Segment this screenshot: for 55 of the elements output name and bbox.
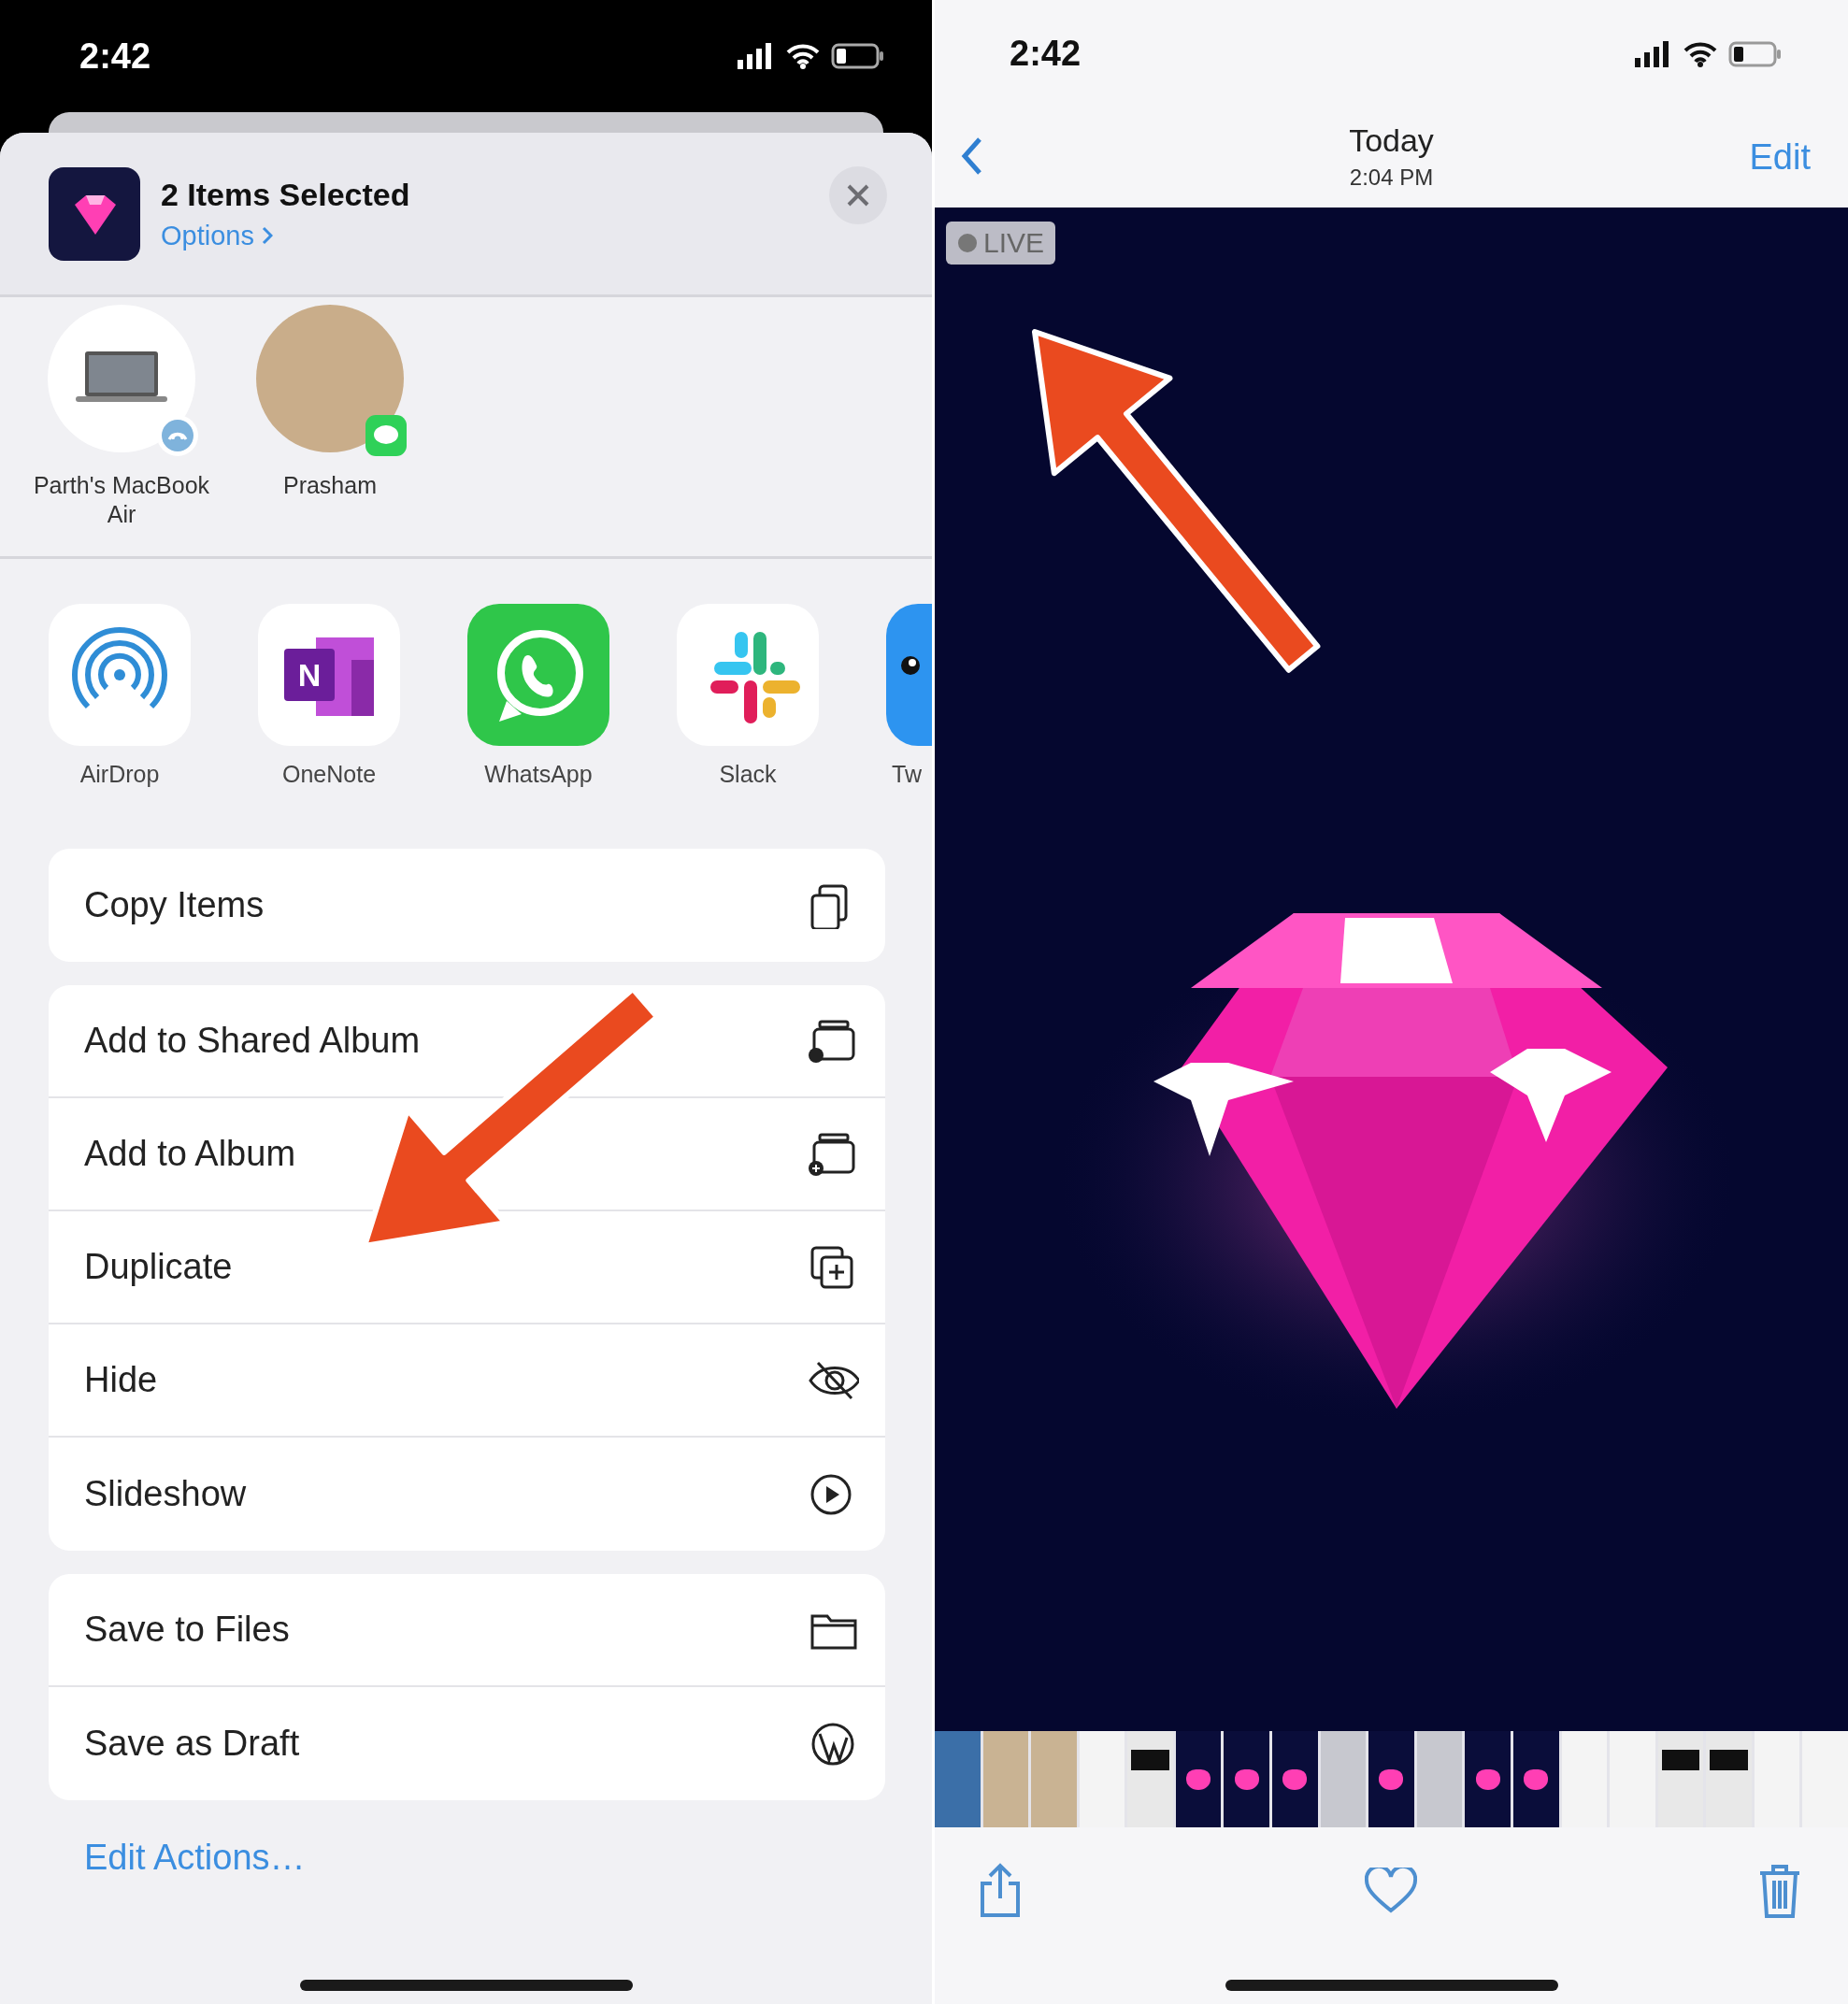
share-target[interactable]: Prasham [236, 305, 423, 556]
empty-thumbnail[interactable] [1416, 1731, 1463, 1827]
app-icon [49, 604, 191, 746]
photo-thumbnail[interactable] [982, 1731, 1029, 1827]
airdrop-badge-icon [157, 415, 198, 456]
photo-thumbnail[interactable] [1031, 1731, 1077, 1827]
screenshot-thumbnail[interactable] [1127, 1731, 1173, 1827]
wifi-icon [786, 43, 820, 69]
share-title: 2 Items Selected [161, 176, 411, 213]
screenshot-thumbnail[interactable] [1610, 1731, 1655, 1827]
share-app[interactable]: N OneNote [258, 604, 400, 825]
status-time: 2:42 [1010, 34, 1082, 74]
gem-thumbnail[interactable] [1368, 1731, 1414, 1827]
share-app[interactable]: WhatsApp [467, 604, 609, 825]
photo-thumbnail[interactable] [935, 1731, 981, 1827]
screenshot-thumbnail[interactable] [1754, 1731, 1800, 1827]
action-row[interactable]: Copy Items [49, 849, 885, 962]
screenshot-thumbnail[interactable] [1657, 1731, 1704, 1827]
action-row[interactable]: Slideshow [49, 1438, 885, 1551]
app-icon [677, 604, 819, 746]
action-row[interactable]: Save to Files [49, 1574, 885, 1687]
empty-thumbnail[interactable] [1320, 1731, 1367, 1827]
screenshot-thumbnail[interactable] [1561, 1731, 1608, 1827]
share-app[interactable]: AirDrop [49, 604, 191, 825]
message-badge-icon [365, 415, 407, 456]
gem-thumbnail[interactable] [1465, 1731, 1511, 1827]
live-icon [957, 233, 978, 253]
chevron-right-icon [261, 226, 273, 245]
laptop-avatar-icon [48, 305, 195, 452]
nav-title: Today [1349, 122, 1434, 159]
gem-thumbnail[interactable] [1512, 1731, 1559, 1827]
gem-thumbnail[interactable] [1272, 1731, 1318, 1827]
screenshot-thumbnail[interactable] [1802, 1731, 1848, 1827]
chevron-left-icon [961, 136, 983, 177]
close-icon [846, 182, 870, 208]
nav-subtitle: 2:04 PM [1349, 165, 1434, 191]
status-time: 2:42 [79, 36, 151, 77]
gem-thumbnail-icon [49, 166, 140, 261]
share-target[interactable]: Parth's MacBook Air [28, 305, 215, 556]
share-app[interactable]: Slack [677, 604, 819, 825]
share-app[interactable]: Tw [886, 604, 932, 825]
app-icon [467, 604, 609, 746]
wifi-icon [1683, 40, 1717, 67]
action-row[interactable]: Hide [49, 1324, 885, 1438]
trash-icon[interactable] [1758, 1864, 1801, 1918]
gem-thumbnail[interactable] [1175, 1731, 1222, 1827]
battery-icon [831, 43, 885, 69]
action-row[interactable]: Save as Draft [49, 1687, 885, 1800]
screenshot-thumbnail[interactable] [1079, 1731, 1125, 1827]
app-icon: N [258, 604, 400, 746]
gem-thumbnail[interactable] [1224, 1731, 1270, 1827]
thumbnail-strip[interactable] [935, 1731, 1848, 1827]
battery-icon [1728, 40, 1783, 67]
heart-icon[interactable] [1365, 1868, 1417, 1914]
screenshot-thumbnail[interactable] [1706, 1731, 1752, 1827]
